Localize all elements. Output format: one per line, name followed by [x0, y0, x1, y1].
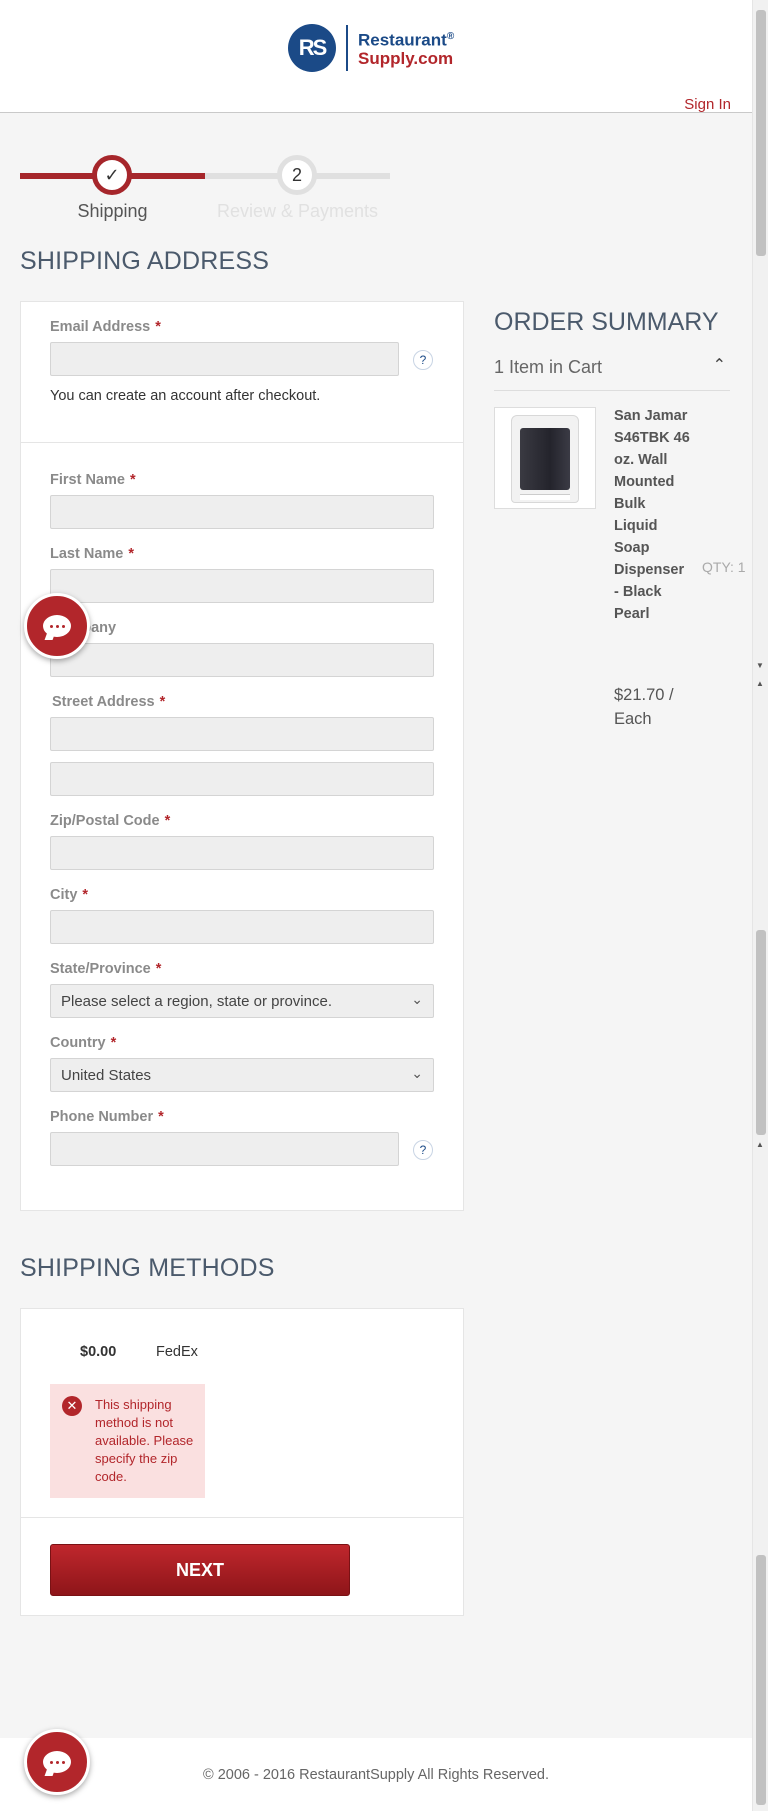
country-select[interactable]: United States ⌄: [50, 1058, 434, 1092]
city-label: City *: [50, 887, 89, 903]
methods-divider: [21, 1517, 463, 1518]
scrollbar-thumb[interactable]: [756, 10, 766, 256]
country-select-value: United States: [61, 1067, 152, 1084]
chat-bubble-icon: [43, 615, 71, 637]
logo-wordmark: Restaurant® Supply.com: [358, 28, 454, 68]
email-label: Email Address *: [50, 319, 161, 335]
company-field[interactable]: [50, 643, 434, 677]
order-summary-title: ORDER SUMMARY: [494, 308, 719, 336]
scroll-down-arrow-icon[interactable]: ▼: [756, 661, 764, 670]
sign-in-link[interactable]: Sign In: [684, 96, 731, 113]
product-price: $21.70 / Each: [614, 686, 674, 728]
shipping-method-carrier: FedEx: [156, 1344, 198, 1360]
scrollbar-thumb-tertiary[interactable]: [756, 1555, 766, 1805]
shipping-error-message: This shipping method is not available. P…: [95, 1397, 194, 1484]
form-divider: [21, 442, 463, 443]
shipping-methods-title: SHIPPING METHODS: [20, 1254, 275, 1282]
email-help-icon[interactable]: ?: [413, 350, 433, 370]
step-shipping-label[interactable]: Shipping: [20, 201, 205, 222]
chevron-down-icon: ⌄: [411, 1065, 423, 1081]
logo-line1: Restaurant: [358, 30, 447, 50]
state-label: State/Province *: [50, 961, 162, 977]
shipping-method-price: $0.00: [80, 1344, 117, 1360]
city-field[interactable]: [50, 910, 434, 944]
logo-divider: [346, 25, 348, 71]
product-qty: QTY: 1: [702, 559, 746, 575]
chevron-up-icon: ⌃: [712, 357, 726, 374]
site-footer: © 2006 - 2016 RestaurantSupply All Right…: [0, 1738, 752, 1811]
state-select[interactable]: Please select a region, state or provinc…: [50, 984, 434, 1018]
site-logo[interactable]: RS Restaurant® Supply.com: [288, 24, 454, 72]
cart-toggle[interactable]: 1 Item in Cart ⌃: [494, 357, 730, 391]
step-review-label: Review & Payments: [216, 201, 379, 221]
error-icon: ✕: [62, 1396, 82, 1416]
street-address-label: Street Address *: [52, 694, 166, 710]
zip-field[interactable]: [50, 836, 434, 870]
phone-field[interactable]: [50, 1132, 399, 1166]
cart-count: 1 Item in Cart: [494, 357, 603, 377]
shipping-address-title: SHIPPING ADDRESS: [20, 247, 270, 275]
last-name-label: Last Name *: [50, 546, 134, 562]
street-address-line2-field[interactable]: [50, 762, 434, 796]
chat-bubble-icon: [43, 1751, 71, 1773]
email-field[interactable]: [50, 342, 399, 376]
step-shipping-check-icon: ✓: [92, 155, 132, 195]
last-name-field[interactable]: [50, 569, 434, 603]
logo-mark: RS: [288, 24, 336, 72]
zip-label: Zip/Postal Code *: [50, 813, 171, 829]
site-header: RS Restaurant® Supply.com Sign In: [0, 0, 752, 113]
next-button[interactable]: NEXT: [50, 1544, 350, 1596]
shipping-address-form: Email Address * ? You can create an accou…: [20, 301, 464, 1211]
product-name: San Jamar S46TBK 46 oz. Wall Mounted Bul…: [614, 408, 690, 622]
chat-button-bottom[interactable]: [24, 1729, 90, 1795]
shipping-method-error: ✕ This shipping method is not available.…: [50, 1384, 205, 1498]
checkout-progress: ✓ 2 Shipping Review & Payments: [20, 155, 390, 235]
street-address-line1-field[interactable]: [50, 717, 434, 751]
first-name-label: First Name *: [50, 472, 136, 488]
logo-registered: ®: [446, 31, 455, 43]
product-image[interactable]: [494, 407, 596, 509]
chat-button[interactable]: [24, 593, 90, 659]
country-label: Country *: [50, 1035, 117, 1051]
logo-line2: Supply.com: [358, 48, 454, 68]
page-scrollbar[interactable]: ▼ ▲ ▲: [752, 0, 768, 1811]
scrollbar-thumb-secondary[interactable]: [756, 930, 766, 1135]
scroll-up-arrow-icon-2[interactable]: ▲: [756, 1140, 764, 1149]
step-review-number: 2: [277, 155, 317, 195]
soap-dispenser-image: [511, 415, 579, 503]
email-account-note: You can create an account after checkout…: [50, 388, 321, 404]
chevron-down-icon: ⌄: [411, 991, 423, 1007]
scroll-up-arrow-icon[interactable]: ▲: [756, 679, 764, 688]
first-name-field[interactable]: [50, 495, 434, 529]
phone-help-icon[interactable]: ?: [413, 1140, 433, 1160]
copyright-text: © 2006 - 2016 RestaurantSupply All Right…: [203, 1766, 549, 1783]
phone-label: Phone Number *: [50, 1109, 164, 1125]
state-select-value: Please select a region, state or provinc…: [61, 993, 332, 1010]
